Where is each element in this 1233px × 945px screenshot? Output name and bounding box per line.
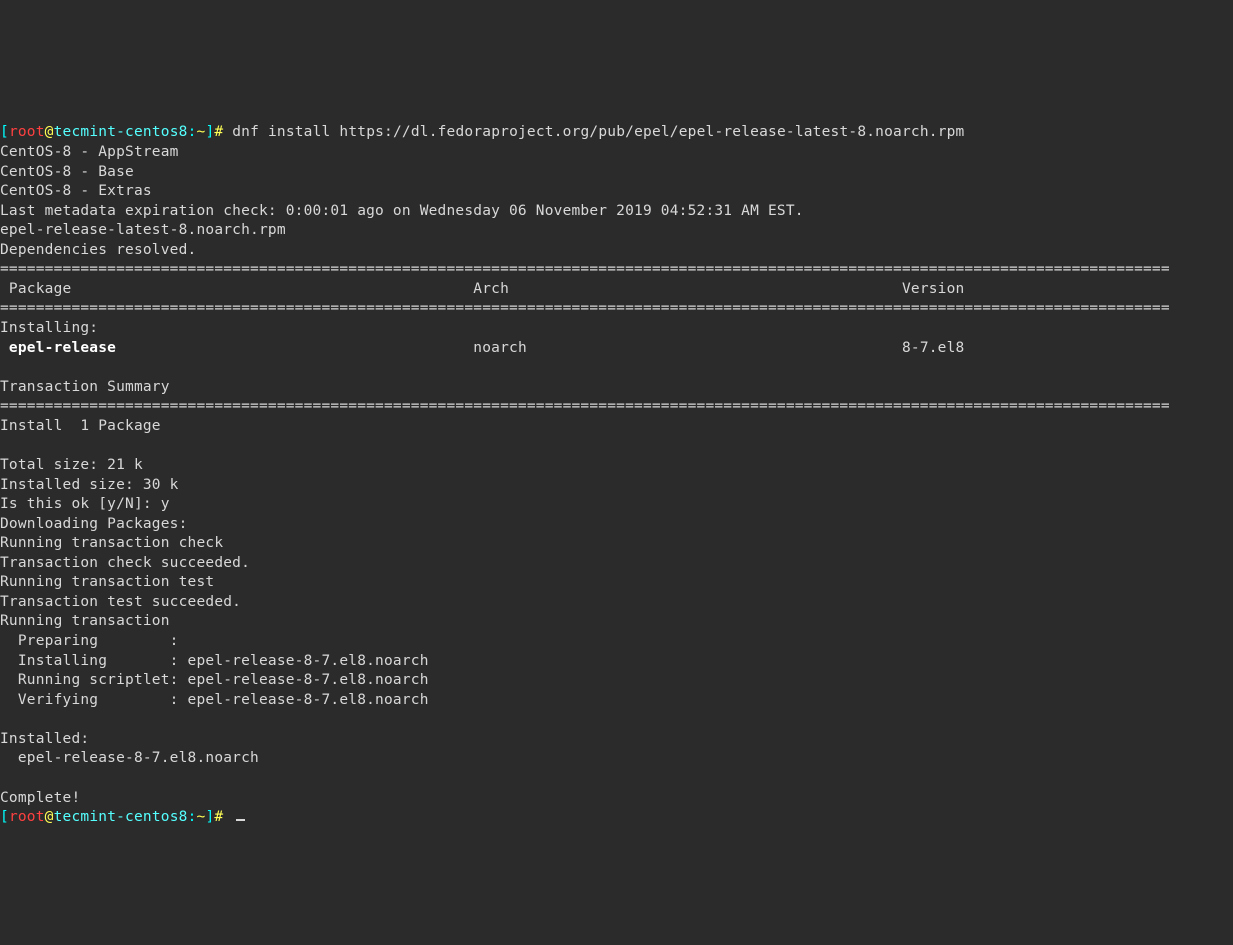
step-line: Running transaction test (0, 574, 214, 590)
pkg-arch: noarch (473, 340, 527, 356)
prompt-at: @ (45, 124, 54, 140)
action-preparing: Preparing : (0, 633, 179, 649)
prompt-line-1[interactable]: [root@tecmint-centos8:~]# dnf install ht… (0, 124, 964, 140)
pkg-name: epel-release (0, 340, 116, 356)
metadata-check-line: Last metadata expiration check: 0:00:01 … (0, 203, 804, 219)
prompt-lbracket: [ (0, 809, 9, 825)
installed-pkg-line: epel-release-8-7.el8.noarch (0, 750, 259, 766)
prompt-user: root (9, 124, 45, 140)
hr-line: ========================================… (0, 261, 1170, 277)
total-size-line: Total size: 21 k (0, 457, 143, 473)
repo-line: CentOS-8 - Extras (0, 183, 152, 199)
col-version: Version (902, 281, 965, 297)
rpm-name-line: epel-release-latest-8.noarch.rpm (0, 222, 286, 238)
prompt-lbracket: [ (0, 124, 9, 140)
installing-label: Installing: (0, 320, 98, 336)
step-line: Transaction check succeeded. (0, 555, 250, 571)
prompt-path: ~ (197, 809, 206, 825)
repo-line: CentOS-8 - Base (0, 164, 134, 180)
prompt-line-2[interactable]: [root@tecmint-centos8:~]# (0, 809, 245, 825)
table-header-row: Package Arch Version (0, 281, 964, 297)
prompt-user: root (9, 809, 45, 825)
action-verifying: Verifying : epel-release-8-7.el8.noarch (0, 692, 429, 708)
step-line: Transaction test succeeded. (0, 594, 241, 610)
prompt-sep: : (188, 809, 197, 825)
prompt-sep: : (188, 124, 197, 140)
col-package: Package (0, 281, 71, 297)
txn-summary-label: Transaction Summary (0, 379, 170, 395)
prompt-host: tecmint-centos8 (54, 809, 188, 825)
hr-line: ========================================… (0, 398, 1170, 414)
prompt-hash: # (214, 124, 223, 140)
prompt-hash: # (214, 809, 223, 825)
install-count-line: Install 1 Package (0, 418, 161, 434)
step-line: Running transaction check (0, 535, 223, 551)
step-line: Running transaction (0, 613, 170, 629)
hr-line: ========================================… (0, 300, 1170, 316)
installed-size-line: Installed size: 30 k (0, 477, 179, 493)
package-row: epel-release noarch 8-7.el8 (0, 340, 964, 356)
installed-label: Installed: (0, 731, 89, 747)
pkg-version: 8-7.el8 (902, 340, 965, 356)
terminal[interactable]: [root@tecmint-centos8:~]# dnf install ht… (0, 98, 1233, 848)
prompt-rbracket: ] (205, 809, 214, 825)
repo-line: CentOS-8 - AppStream (0, 144, 179, 160)
deps-resolved-line: Dependencies resolved. (0, 242, 196, 258)
confirm-line: Is this ok [y/N]: y (0, 496, 170, 512)
downloading-line: Downloading Packages: (0, 516, 188, 532)
prompt-at: @ (45, 809, 54, 825)
action-scriptlet: Running scriptlet: epel-release-8-7.el8.… (0, 672, 429, 688)
col-arch: Arch (473, 281, 509, 297)
complete-line: Complete! (0, 790, 80, 806)
action-installing: Installing : epel-release-8-7.el8.noarch (0, 653, 429, 669)
typed-command: dnf install https://dl.fedoraproject.org… (223, 124, 964, 140)
cursor-icon (236, 819, 245, 821)
prompt-host: tecmint-centos8 (54, 124, 188, 140)
